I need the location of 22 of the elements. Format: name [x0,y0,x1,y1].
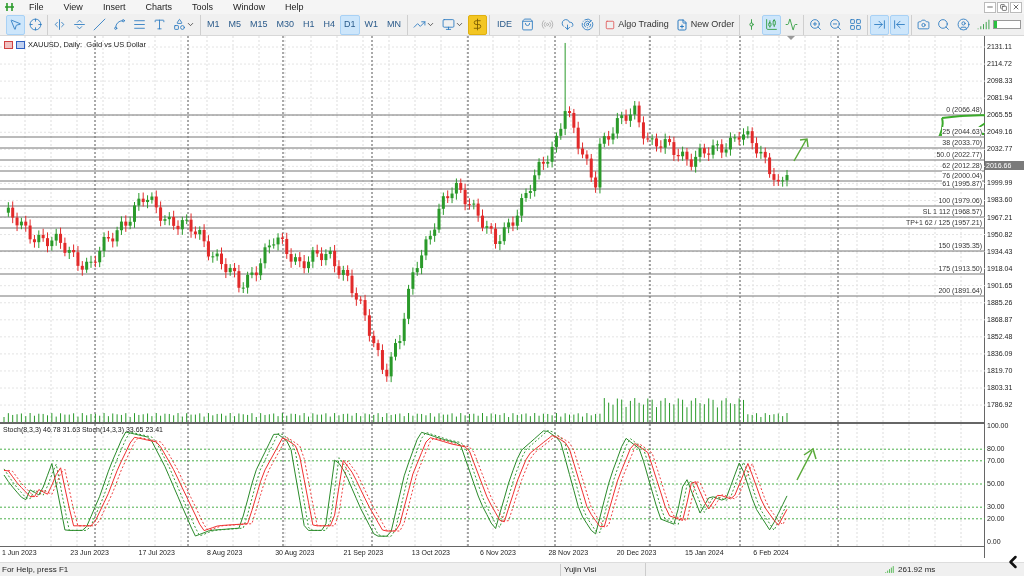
timeframe-button[interactable]: W1 [360,14,383,35]
timeframe-button[interactable]: H4 [319,14,340,35]
status-profile: Yujin Visi [560,563,645,576]
new-order-button[interactable]: New Order [672,14,738,35]
timeframe-button[interactable]: MN [383,14,406,35]
menu-item[interactable]: Help [274,0,314,14]
menu-item[interactable]: View [53,0,93,14]
menu-item[interactable]: Insert [92,0,136,14]
timeframe-button[interactable]: D1 [340,14,360,35]
menu-item[interactable]: Charts [135,0,182,14]
ping-text: 261.92 ms [898,563,936,576]
timeframe-button[interactable]: M5 [224,14,246,35]
timeframe-button[interactable]: M30 [272,14,299,35]
status-help-text: For Help, press F1 [1,563,70,576]
timeframe-button[interactable]: M15 [246,14,272,35]
menu-item[interactable]: File [19,0,54,14]
ide-button[interactable]: IDE [492,14,518,35]
algo-trading-button[interactable]: Algo Trading [602,14,672,35]
timeframe-button[interactable]: H1 [299,14,319,35]
menu-item[interactable]: Window [222,0,275,14]
timeframe-button[interactable]: M1 [203,14,224,35]
menu-item[interactable]: Tools [181,0,223,14]
